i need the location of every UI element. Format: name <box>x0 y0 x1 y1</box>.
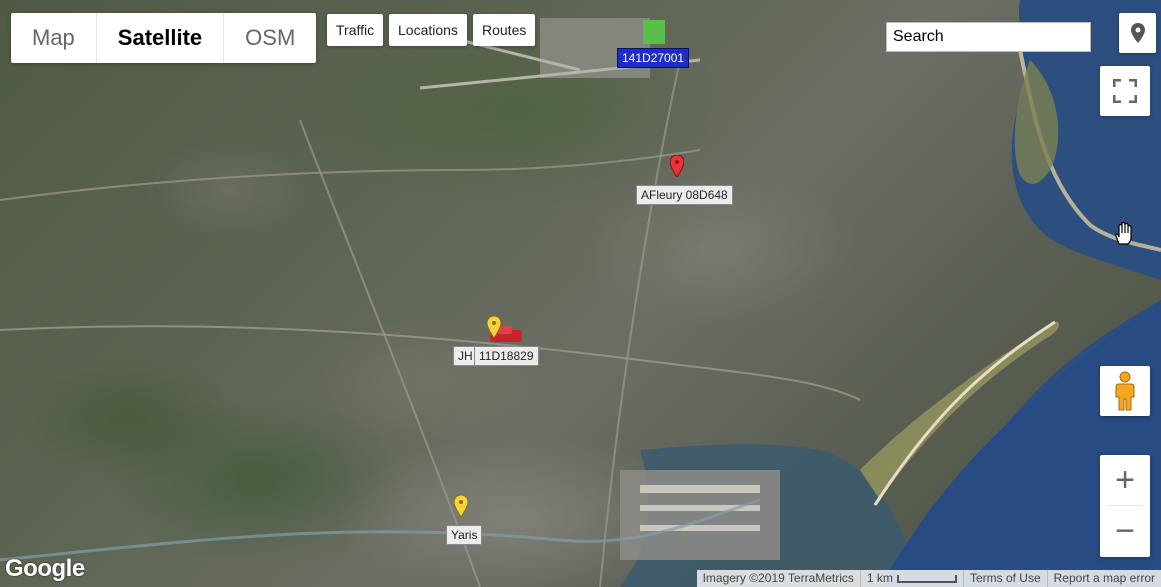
fullscreen-icon <box>1113 79 1137 103</box>
scale-bar <box>896 574 957 583</box>
vehicle-label-141D27001[interactable]: 141D27001 <box>617 48 690 68</box>
zoom-in-button[interactable]: + <box>1100 455 1150 505</box>
map-attribution-bar: Imagery ©2019 TerraMetrics 1 km Terms of… <box>696 570 1161 587</box>
fullscreen-button[interactable] <box>1100 66 1150 116</box>
map-type-osm-button[interactable]: OSM <box>224 13 316 63</box>
traffic-layer-button[interactable]: Traffic <box>327 14 384 46</box>
vehicle-label-afleury[interactable]: AFleury 08D648 <box>636 185 733 205</box>
map-pin-button[interactable] <box>1119 13 1156 53</box>
hand-cursor-icon <box>1115 222 1132 245</box>
terms-link[interactable]: Terms of Use <box>962 570 1047 587</box>
imagery-attribution: Imagery ©2019 TerraMetrics <box>702 571 854 585</box>
sea-water <box>0 0 1161 587</box>
street-view-button[interactable] <box>1100 366 1150 416</box>
yellow-marker-icon[interactable] <box>454 495 468 517</box>
map-pin-icon <box>1130 23 1145 43</box>
map-type-map-button[interactable]: Map <box>11 13 97 63</box>
street-view-pegman-icon <box>1115 371 1135 411</box>
map-type-satellite-button[interactable]: Satellite <box>97 13 225 63</box>
vehicle-label-yaris[interactable]: Yaris <box>446 525 483 545</box>
search-input[interactable] <box>886 22 1091 52</box>
scale-label: 1 km <box>866 571 893 585</box>
minus-icon: − <box>1115 511 1135 550</box>
satellite-map[interactable] <box>0 0 1161 587</box>
locations-layer-button[interactable]: Locations <box>389 14 467 46</box>
map-type-selector: Map Satellite OSM <box>11 13 317 63</box>
report-error-link[interactable]: Report a map error <box>1046 570 1161 587</box>
scale-indicator[interactable]: 1 km <box>859 570 963 587</box>
red-marker-icon[interactable] <box>670 155 684 177</box>
google-logo[interactable]: Google <box>5 555 85 583</box>
yellow-marker-icon[interactable] <box>487 316 501 338</box>
zoom-out-button[interactable]: − <box>1100 506 1150 556</box>
plus-icon: + <box>1115 460 1135 499</box>
zoom-control: + − <box>1100 455 1150 557</box>
routes-layer-button[interactable]: Routes <box>473 14 536 46</box>
vehicle-label-11D18829[interactable]: 11D18829 <box>474 346 539 366</box>
